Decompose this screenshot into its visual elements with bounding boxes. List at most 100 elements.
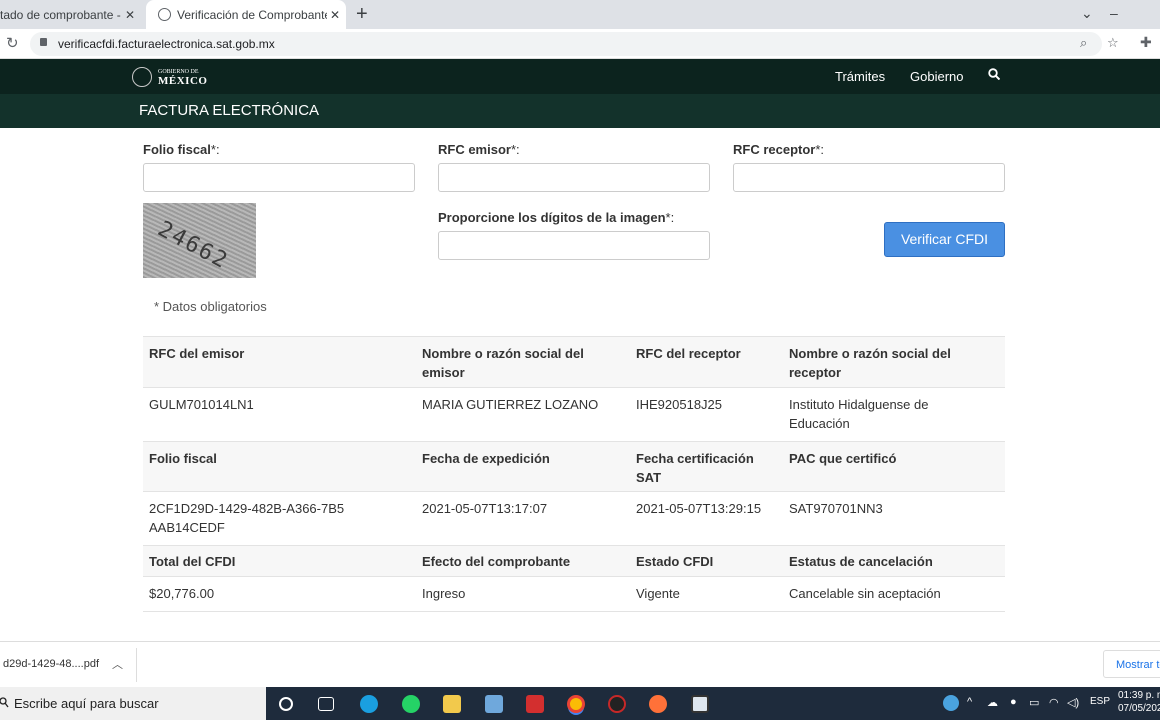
verificar-cfdi-button[interactable]: Verificar CFDI xyxy=(884,222,1005,257)
wifi-icon[interactable]: ◠ xyxy=(1049,696,1059,709)
header-pac: PAC que certificó xyxy=(789,451,897,466)
clock-date: 07/05/2021 xyxy=(1118,703,1160,714)
value-estatus-cancelacion: Cancelable sin aceptación xyxy=(789,586,941,601)
captcha-digits: 24662 xyxy=(153,216,233,275)
folio-label: Folio fiscal*: xyxy=(143,142,220,157)
file-explorer-icon[interactable] xyxy=(443,695,461,713)
header-nombre-emisor: Nombre o razón social del emisor xyxy=(422,346,584,380)
tab-comprobante[interactable]: tado de comprobante - Fac ✕ xyxy=(0,0,146,29)
tab-title: Verificación de Comprobantes Fi xyxy=(177,7,327,22)
value-rfc-emisor: GULM701014LN1 xyxy=(149,397,254,412)
rfc-receptor-label: RFC receptor*: xyxy=(733,142,825,157)
minimize-icon[interactable]: – xyxy=(1110,5,1118,21)
value-nombre-emisor: MARIA GUTIERREZ LOZANO xyxy=(422,397,599,412)
value-rfc-receptor: IHE920518J25 xyxy=(636,397,723,412)
header-nombre-receptor: Nombre o razón social del receptor xyxy=(789,346,951,380)
firefox-icon[interactable] xyxy=(649,695,667,713)
zoom-icon[interactable]: ⌕ xyxy=(1080,35,1087,51)
clock-time: 01:39 p. m. xyxy=(1118,690,1160,701)
omnibox[interactable]: verificacfdi.facturaelectronica.sat.gob.… xyxy=(30,32,1119,56)
close-icon[interactable]: ✕ xyxy=(327,8,343,22)
cortana-icon[interactable] xyxy=(279,697,293,711)
value-folio-fiscal: 2CF1D29D-1429-482B-A366-7B5AAB14CEDF xyxy=(149,501,345,535)
rfc-emisor-label: RFC emisor*: xyxy=(438,142,520,157)
captcha-label: Proporcione los dígitos de la imagen*: xyxy=(438,210,675,225)
logo-big-text: MÉXICO xyxy=(158,75,208,87)
divider xyxy=(136,648,137,682)
tab-search-icon[interactable]: ⌄ xyxy=(1081,5,1093,22)
close-icon[interactable]: ✕ xyxy=(122,8,138,22)
taskbar-search[interactable]: Escribe aquí para buscar xyxy=(0,687,266,720)
search-icon xyxy=(0,697,9,708)
rfc-receptor-input[interactable] xyxy=(733,163,1005,192)
browser-tab-bar: tado de comprobante - Fac ✕ Verificación… xyxy=(0,0,1160,29)
nav-gobierno[interactable]: Gobierno xyxy=(910,69,963,84)
gov-header: GOBIERNO DE MÉXICO Trámites Gobierno xyxy=(0,59,1160,94)
microphone-icon[interactable]: ● xyxy=(1010,696,1017,708)
section-bar: FACTURA ELECTRÓNICA xyxy=(0,94,1160,128)
table-row: 2CF1D29D-1429-482B-A366-7B5AAB14CEDF 202… xyxy=(143,492,1005,546)
tab-title: tado de comprobante - Fac xyxy=(0,7,122,22)
language-indicator[interactable]: ESP xyxy=(1090,696,1110,707)
volume-icon[interactable]: ◁) xyxy=(1067,696,1079,709)
extensions-icon[interactable]: ✚ xyxy=(1140,34,1152,51)
cloud-icon[interactable]: ☁ xyxy=(987,696,998,709)
tab-verificacion[interactable]: Verificación de Comprobantes Fi ✕ xyxy=(146,0,346,29)
header-fecha-expedicion: Fecha de expedición xyxy=(422,451,550,466)
table-row: $20,776.00 Ingreso Vigente Cancelable si… xyxy=(143,577,1005,612)
header-folio-fiscal: Folio fiscal xyxy=(149,451,217,466)
chevron-up-icon[interactable]: ︿ xyxy=(112,656,123,672)
globe-icon xyxy=(158,8,171,21)
task-view-icon[interactable] xyxy=(318,697,334,711)
seal-icon xyxy=(132,67,152,87)
chrome-icon[interactable] xyxy=(567,695,585,713)
windows-taskbar: Escribe aquí para buscar ^ ☁ ● ▭ ◠ ◁) ES… xyxy=(0,687,1160,720)
value-estado: Vigente xyxy=(636,586,680,601)
app-icon[interactable] xyxy=(608,695,626,713)
rfc-emisor-input[interactable] xyxy=(438,163,710,192)
edge-icon[interactable] xyxy=(360,695,378,713)
taskbar-search-placeholder: Escribe aquí para buscar xyxy=(14,696,159,711)
gobierno-logo[interactable]: GOBIERNO DE MÉXICO xyxy=(132,67,207,87)
value-pac: SAT970701NN3 xyxy=(789,501,883,516)
value-efecto: Ingreso xyxy=(422,586,466,601)
value-fecha-certificacion: 2021-05-07T13:29:15 xyxy=(636,501,762,516)
search-icon[interactable] xyxy=(988,68,1000,80)
table-header-row: RFC del emisor Nombre o razón social del… xyxy=(143,337,1005,388)
table-header-row: Total del CFDI Efecto del comprobante Es… xyxy=(143,546,1005,577)
acrobat-icon[interactable] xyxy=(526,695,544,713)
folio-input[interactable] xyxy=(143,163,415,192)
value-fecha-expedicion: 2021-05-07T13:17:07 xyxy=(422,501,548,516)
help-icon[interactable] xyxy=(943,695,959,711)
address-bar: ↻ verificacfdi.facturaelectronica.sat.go… xyxy=(0,29,1160,59)
show-all-button[interactable]: Mostrar todo xyxy=(1103,650,1160,678)
download-bar: d29d-1429-48....pdf ︿ Mostrar todo xyxy=(0,641,1160,687)
required-note: * Datos obligatorios xyxy=(154,299,267,314)
url-text[interactable]: verificacfdi.facturaelectronica.sat.gob.… xyxy=(58,37,275,51)
page-title: FACTURA ELECTRÓNICA xyxy=(139,102,320,119)
whatsapp-icon[interactable] xyxy=(402,695,420,713)
new-tab-icon[interactable]: + xyxy=(356,3,368,26)
star-icon[interactable]: ☆ xyxy=(1107,35,1119,51)
header-estatus-cancelacion: Estatus de cancelación xyxy=(789,554,933,569)
captcha-image: 24662 xyxy=(143,203,256,278)
captcha-input[interactable] xyxy=(438,231,710,260)
taskbar-clock[interactable]: 01:39 p. m. 07/05/2021 xyxy=(1118,689,1160,715)
header-estado: Estado CFDI xyxy=(636,554,714,569)
value-total: $20,776.00 xyxy=(149,586,215,601)
header-rfc-receptor: RFC del receptor xyxy=(636,346,741,361)
header-efecto: Efecto del comprobante xyxy=(422,554,571,569)
table-header-row: Folio fiscal Fecha de expedición Fecha c… xyxy=(143,442,1005,492)
table-row: GULM701014LN1 MARIA GUTIERREZ LOZANO IHE… xyxy=(143,388,1005,442)
reload-icon[interactable]: ↻ xyxy=(6,34,19,52)
download-file[interactable]: d29d-1429-48....pdf xyxy=(3,658,99,670)
header-total: Total del CFDI xyxy=(149,554,236,569)
header-rfc-emisor: RFC del emisor xyxy=(149,346,245,361)
nav-tramites[interactable]: Trámites xyxy=(835,69,885,84)
recorder-icon[interactable] xyxy=(691,695,709,713)
header-fecha-certificacion: Fecha certificación SAT xyxy=(636,451,754,485)
lock-icon xyxy=(40,38,47,46)
chevron-up-icon[interactable]: ^ xyxy=(967,696,972,708)
calculator-icon[interactable] xyxy=(485,695,503,713)
battery-icon[interactable]: ▭ xyxy=(1029,696,1039,709)
